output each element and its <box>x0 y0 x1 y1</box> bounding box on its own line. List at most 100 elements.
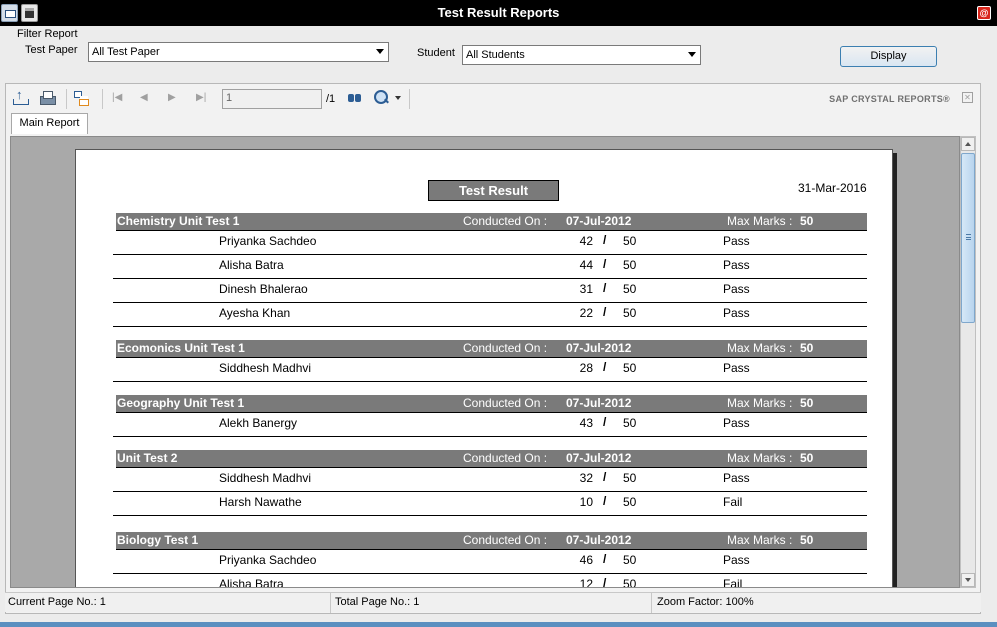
report-viewer: |◀ ◀ ▶ ▶| 1 /1 SAP CRYSTAL REPORTS® ✕ Ma… <box>5 83 981 614</box>
next-page-icon[interactable]: ▶ <box>168 92 176 103</box>
vertical-scrollbar[interactable] <box>960 136 976 588</box>
first-page-icon[interactable]: |◀ <box>112 92 122 103</box>
zoom-dropdown-icon[interactable] <box>395 96 401 100</box>
close-icon[interactable]: @ <box>977 6 991 20</box>
result-status: Pass <box>723 553 750 567</box>
report-date: 31-Mar-2016 <box>798 181 867 195</box>
score-separator: / <box>603 360 607 374</box>
result-status: Pass <box>723 416 750 430</box>
score-separator: / <box>603 576 607 588</box>
group-header: Unit Test 2 Conducted On : 07-Jul-2012 Max … <box>116 450 867 468</box>
scroll-down-icon[interactable] <box>961 573 975 587</box>
conducted-date: 07-Jul-2012 <box>566 451 632 465</box>
display-button[interactable]: Display <box>840 46 937 67</box>
last-page-icon[interactable]: ▶| <box>196 92 206 103</box>
table-row: Priyanka Sachdeo 42 / 50 Pass <box>113 231 867 255</box>
max-score: 50 <box>623 471 637 485</box>
student-name: Ayesha Khan <box>219 306 291 320</box>
conducted-label: Conducted On : <box>463 396 548 410</box>
status-divider <box>330 593 331 613</box>
conducted-date: 07-Jul-2012 <box>566 214 632 228</box>
previous-page-icon[interactable]: ◀ <box>140 92 148 103</box>
student-label: Student <box>417 47 455 59</box>
result-status: Pass <box>723 234 750 248</box>
test-paper-select[interactable]: All Test Paper <box>88 42 389 62</box>
max-score: 50 <box>623 495 637 509</box>
chevron-down-icon[interactable] <box>688 52 696 57</box>
conducted-label: Conducted On : <box>463 451 548 465</box>
max-marks-value: 50 <box>800 451 814 465</box>
toolbar-divider <box>102 89 103 109</box>
title-bar: Test Result Reports @ <box>0 0 997 26</box>
max-score: 50 <box>623 416 637 430</box>
tab-main-report[interactable]: Main Report <box>11 113 88 134</box>
scroll-up-icon[interactable] <box>961 137 975 151</box>
score-separator: / <box>603 494 607 508</box>
student-name: Priyanka Sachdeo <box>219 553 317 567</box>
toolbar-divider <box>66 89 67 109</box>
viewer-toolbar: |◀ ◀ ▶ ▶| 1 /1 SAP CRYSTAL REPORTS® ✕ <box>6 84 980 114</box>
filter-panel: Filter Report Test Paper All Test Paper … <box>0 26 997 80</box>
max-marks-value: 50 <box>800 533 814 547</box>
max-marks-label: Max Marks : <box>727 341 793 355</box>
table-row: Alisha Batra 44 / 50 Pass <box>113 255 867 279</box>
student-value: All Students <box>466 49 525 61</box>
table-row: Ayesha Khan 22 / 50 Pass <box>113 303 867 327</box>
score: 46 <box>579 553 593 567</box>
page-number-input[interactable]: 1 <box>222 89 322 109</box>
find-binoculars-icon[interactable] <box>347 90 363 106</box>
zoom-icon[interactable] <box>374 90 390 106</box>
score: 31 <box>579 282 593 296</box>
group-header: Geography Unit Test 1 Conducted On : 07-Ju… <box>116 395 867 413</box>
window-title: Test Result Reports <box>437 5 560 20</box>
conducted-date: 07-Jul-2012 <box>566 533 632 547</box>
export-icon[interactable] <box>12 87 29 106</box>
chevron-down-icon[interactable] <box>376 49 384 54</box>
conducted-label: Conducted On : <box>463 533 548 547</box>
max-score: 50 <box>623 234 637 248</box>
print-icon[interactable] <box>39 90 56 106</box>
result-status: Fail <box>723 495 743 509</box>
max-score: 50 <box>623 258 637 272</box>
status-bar: Current Page No.: 1 Total Page No.: 1 Zo… <box>5 592 981 613</box>
score-separator: / <box>603 281 607 295</box>
page-total: /1 <box>326 93 336 105</box>
max-score: 50 <box>623 282 637 296</box>
table-row: Harsh Nawathe 10 / 50 Fail <box>113 492 867 516</box>
zoom-status: Zoom Factor: 100% <box>657 596 754 608</box>
report-page: Test Result 31-Mar-2016 Chemistry Unit T… <box>75 149 893 588</box>
group-name: Geography Unit Test 1 <box>117 396 245 410</box>
close-icon[interactable]: ✕ <box>962 92 973 103</box>
taskbar-strip <box>0 622 997 627</box>
max-marks-label: Max Marks : <box>727 396 793 410</box>
score: 44 <box>579 258 593 272</box>
score: 12 <box>579 577 593 588</box>
conducted-date: 07-Jul-2012 <box>566 341 632 355</box>
result-status: Fail <box>723 577 743 588</box>
conducted-date: 07-Jul-2012 <box>566 396 632 410</box>
student-name: Dinesh Bhalerao <box>219 282 308 296</box>
result-status: Pass <box>723 361 750 375</box>
filter-section-label: Filter Report <box>17 28 78 40</box>
group-name: Unit Test 2 <box>117 451 178 465</box>
student-name: Alisha Batra <box>219 258 284 272</box>
total-page-status: Total Page No.: 1 <box>335 596 420 608</box>
result-status: Pass <box>723 258 750 272</box>
score-separator: / <box>603 415 607 429</box>
score: 42 <box>579 234 593 248</box>
report-title: Test Result <box>428 180 559 201</box>
student-name: Siddhesh Madhvi <box>219 361 312 375</box>
toolbar-divider <box>409 89 410 109</box>
student-select[interactable]: All Students <box>462 45 701 65</box>
conducted-label: Conducted On : <box>463 341 548 355</box>
scroll-thumb[interactable] <box>961 153 975 323</box>
max-score: 50 <box>623 361 637 375</box>
table-row: Siddhesh Madhvi 28 / 50 Pass <box>113 358 867 382</box>
table-row: Alisha Batra 12 / 50 Fail <box>113 574 867 588</box>
current-page-status: Current Page No.: 1 <box>8 596 106 608</box>
group-tree-icon[interactable] <box>73 90 89 106</box>
group-header: Chemistry Unit Test 1 Conducted On : 07-Ju… <box>116 213 867 231</box>
group-header: Biology Test 1 Conducted On : 07-Jul-2012 M… <box>116 532 867 550</box>
score: 43 <box>579 416 593 430</box>
score-separator: / <box>603 305 607 319</box>
